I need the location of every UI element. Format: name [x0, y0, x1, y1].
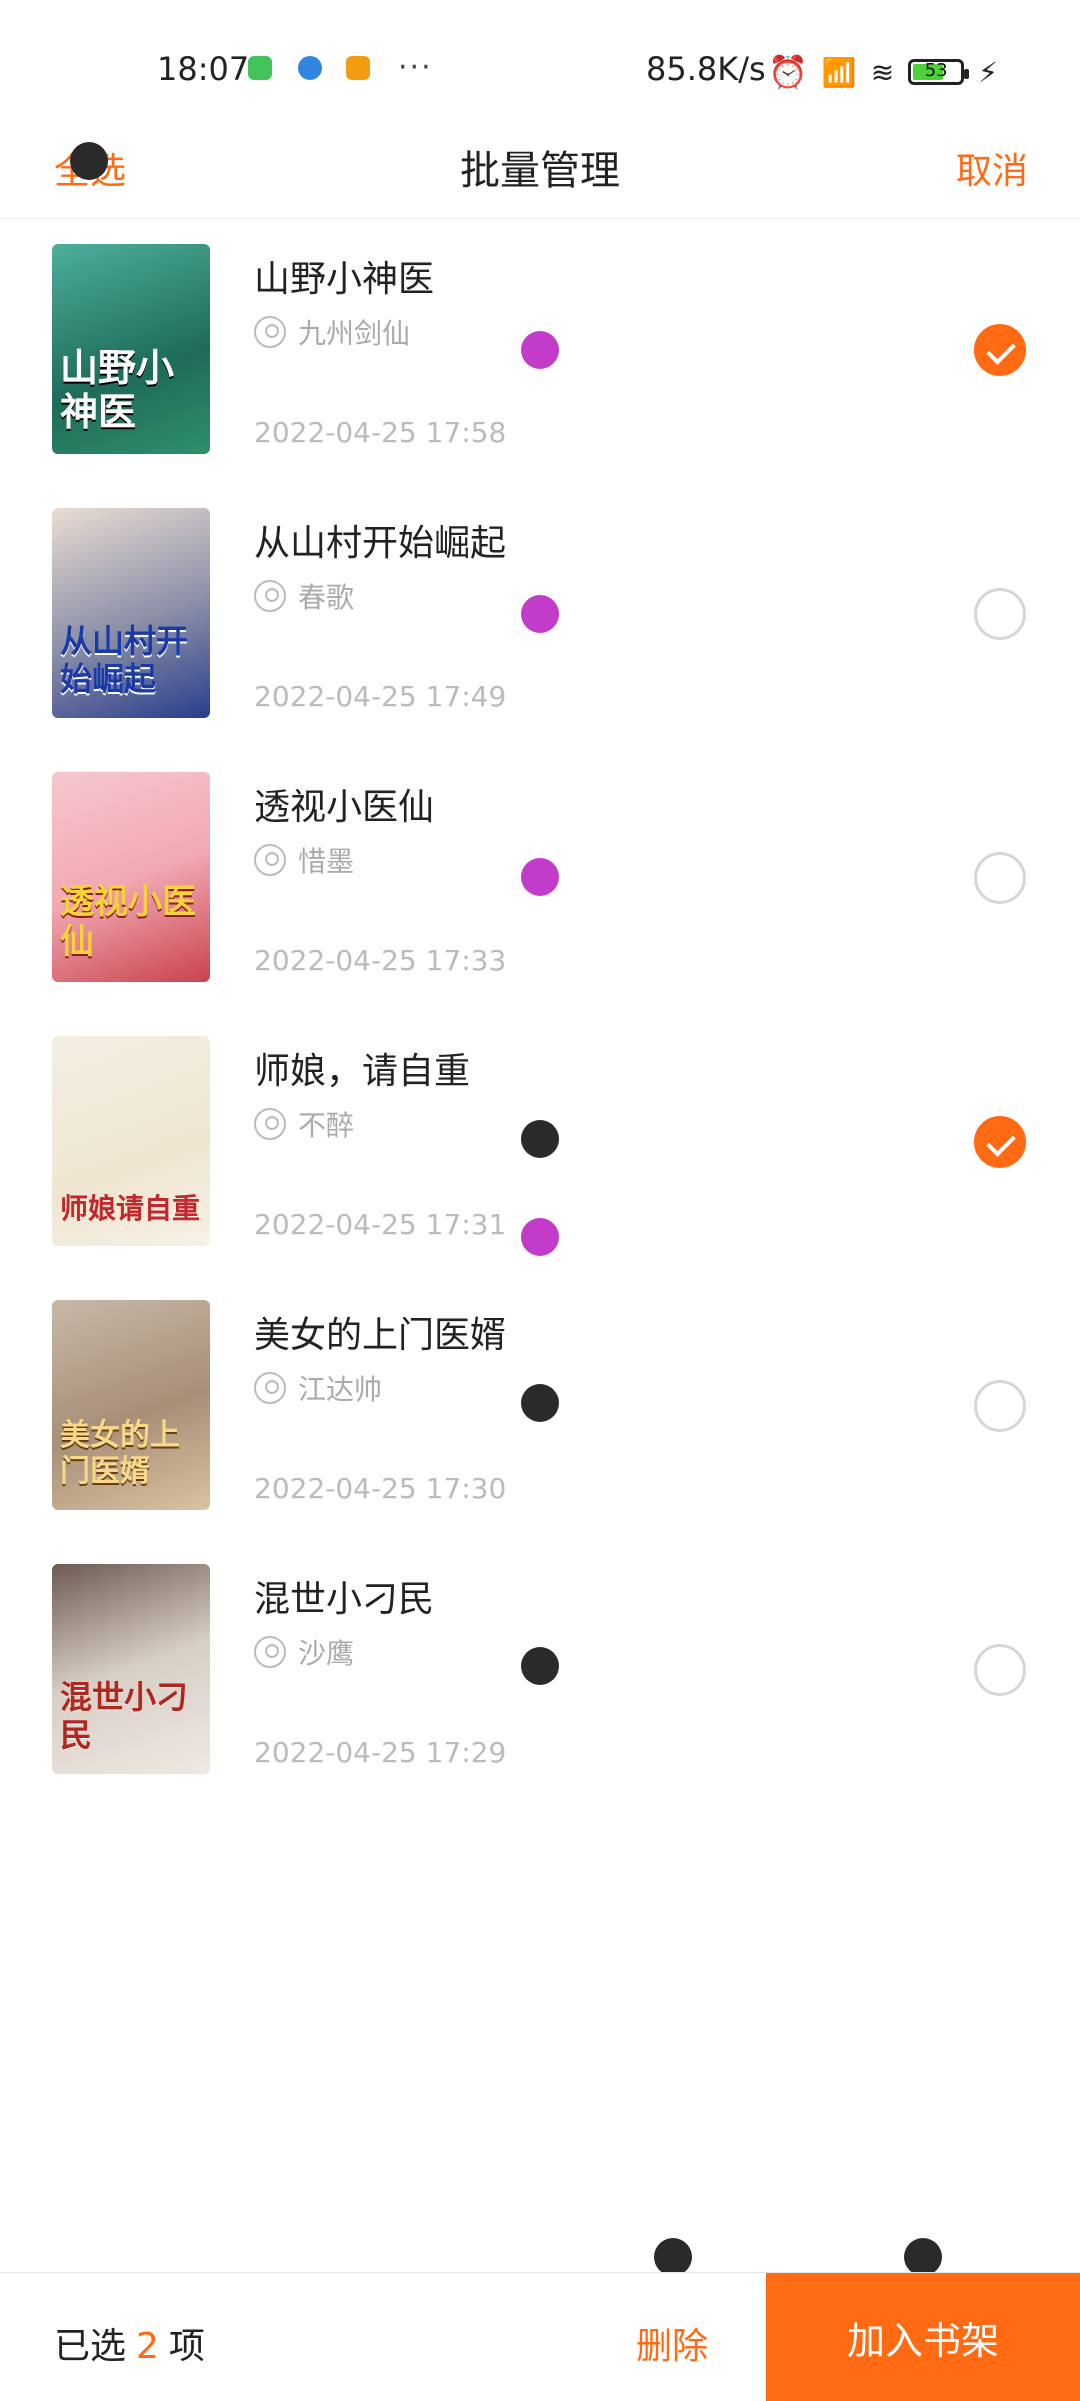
status-time: 18:07 [157, 50, 250, 88]
book-author: 惜墨 [254, 840, 354, 880]
user-icon [254, 1108, 286, 1140]
book-author: 九州剑仙 [254, 312, 410, 352]
network-speed: 85.8K/s [646, 50, 766, 88]
book-cover: 混世小刁民 [52, 1564, 210, 1774]
delete-button[interactable]: 删除 [636, 2317, 708, 2369]
user-icon [254, 844, 286, 876]
cancel-button[interactable]: 取消 [956, 142, 1028, 194]
book-author: 江达帅 [254, 1368, 382, 1408]
status-icons: ⏰ 📶 ≋ 53 ⚡ [768, 52, 998, 92]
marker-dot [521, 331, 559, 369]
app-notification-icon [346, 56, 370, 80]
marker-dot [904, 2238, 942, 2276]
marker-dot [521, 1218, 559, 1256]
user-icon [254, 1636, 286, 1668]
selected-count: 2 [136, 2326, 159, 2367]
book-cover: 山野小神医 [52, 244, 210, 454]
add-to-shelf-button[interactable]: 加入书架 [766, 2273, 1080, 2401]
select-checkbox[interactable] [974, 588, 1026, 640]
user-icon [254, 316, 286, 348]
selected-count-label: 已选 2 项 [54, 2326, 205, 2367]
user-icon [254, 1372, 286, 1404]
select-checkbox[interactable] [974, 1116, 1026, 1168]
book-author: 沙鹰 [254, 1632, 354, 1672]
more-notifications-icon: ··· [398, 50, 433, 85]
header: 全选 批量管理 取消 [0, 110, 1080, 219]
book-title: 从山村开始崛起 [254, 523, 507, 564]
user-icon [254, 580, 286, 612]
marker-dot [521, 1647, 559, 1685]
book-time: 2022-04-25 17:58 [254, 416, 507, 449]
select-checkbox[interactable] [974, 1380, 1026, 1432]
select-checkbox[interactable] [974, 852, 1026, 904]
select-checkbox[interactable] [974, 1644, 1026, 1696]
charging-icon: ⚡ [978, 55, 998, 89]
alarm-icon: ⏰ [768, 53, 808, 91]
book-author: 春歌 [254, 576, 354, 616]
battery-icon: 53 [908, 59, 970, 85]
book-time: 2022-04-25 17:31 [254, 1208, 507, 1241]
book-cover: 从山村开始崛起 [52, 508, 210, 718]
marker-dot [521, 595, 559, 633]
marker-dot [521, 1384, 559, 1422]
book-time: 2022-04-25 17:49 [254, 680, 507, 713]
wifi-icon: ≋ [870, 55, 895, 89]
marker-dot [70, 142, 108, 180]
book-cover: 美女的上门医婿 [52, 1300, 210, 1510]
marker-dot [521, 858, 559, 896]
book-title: 美女的上门医婿 [254, 1315, 507, 1356]
book-title: 透视小医仙 [254, 787, 435, 828]
bottom-action-bar: 已选 2 项 删除 加入书架 [0, 2272, 1080, 2401]
book-title: 师娘，请自重 [254, 1051, 471, 1092]
book-cover: 师娘请自重 [52, 1036, 210, 1246]
battery-level: 53 [924, 60, 948, 81]
app-notification-icon [248, 56, 272, 80]
select-checkbox[interactable] [974, 324, 1026, 376]
book-title: 山野小神医 [254, 259, 435, 300]
signal-icon: 📶 [821, 55, 857, 89]
book-author: 不醉 [254, 1104, 354, 1144]
book-time: 2022-04-25 17:33 [254, 944, 507, 977]
book-title: 混世小刁民 [254, 1579, 435, 1620]
book-time: 2022-04-25 17:29 [254, 1736, 507, 1769]
book-time: 2022-04-25 17:30 [254, 1472, 507, 1505]
marker-dot [521, 1120, 559, 1158]
page-title: 批量管理 [460, 148, 620, 194]
marker-dot [654, 2238, 692, 2276]
app-notification-icon [298, 56, 322, 80]
book-cover: 透视小医仙 [52, 772, 210, 982]
